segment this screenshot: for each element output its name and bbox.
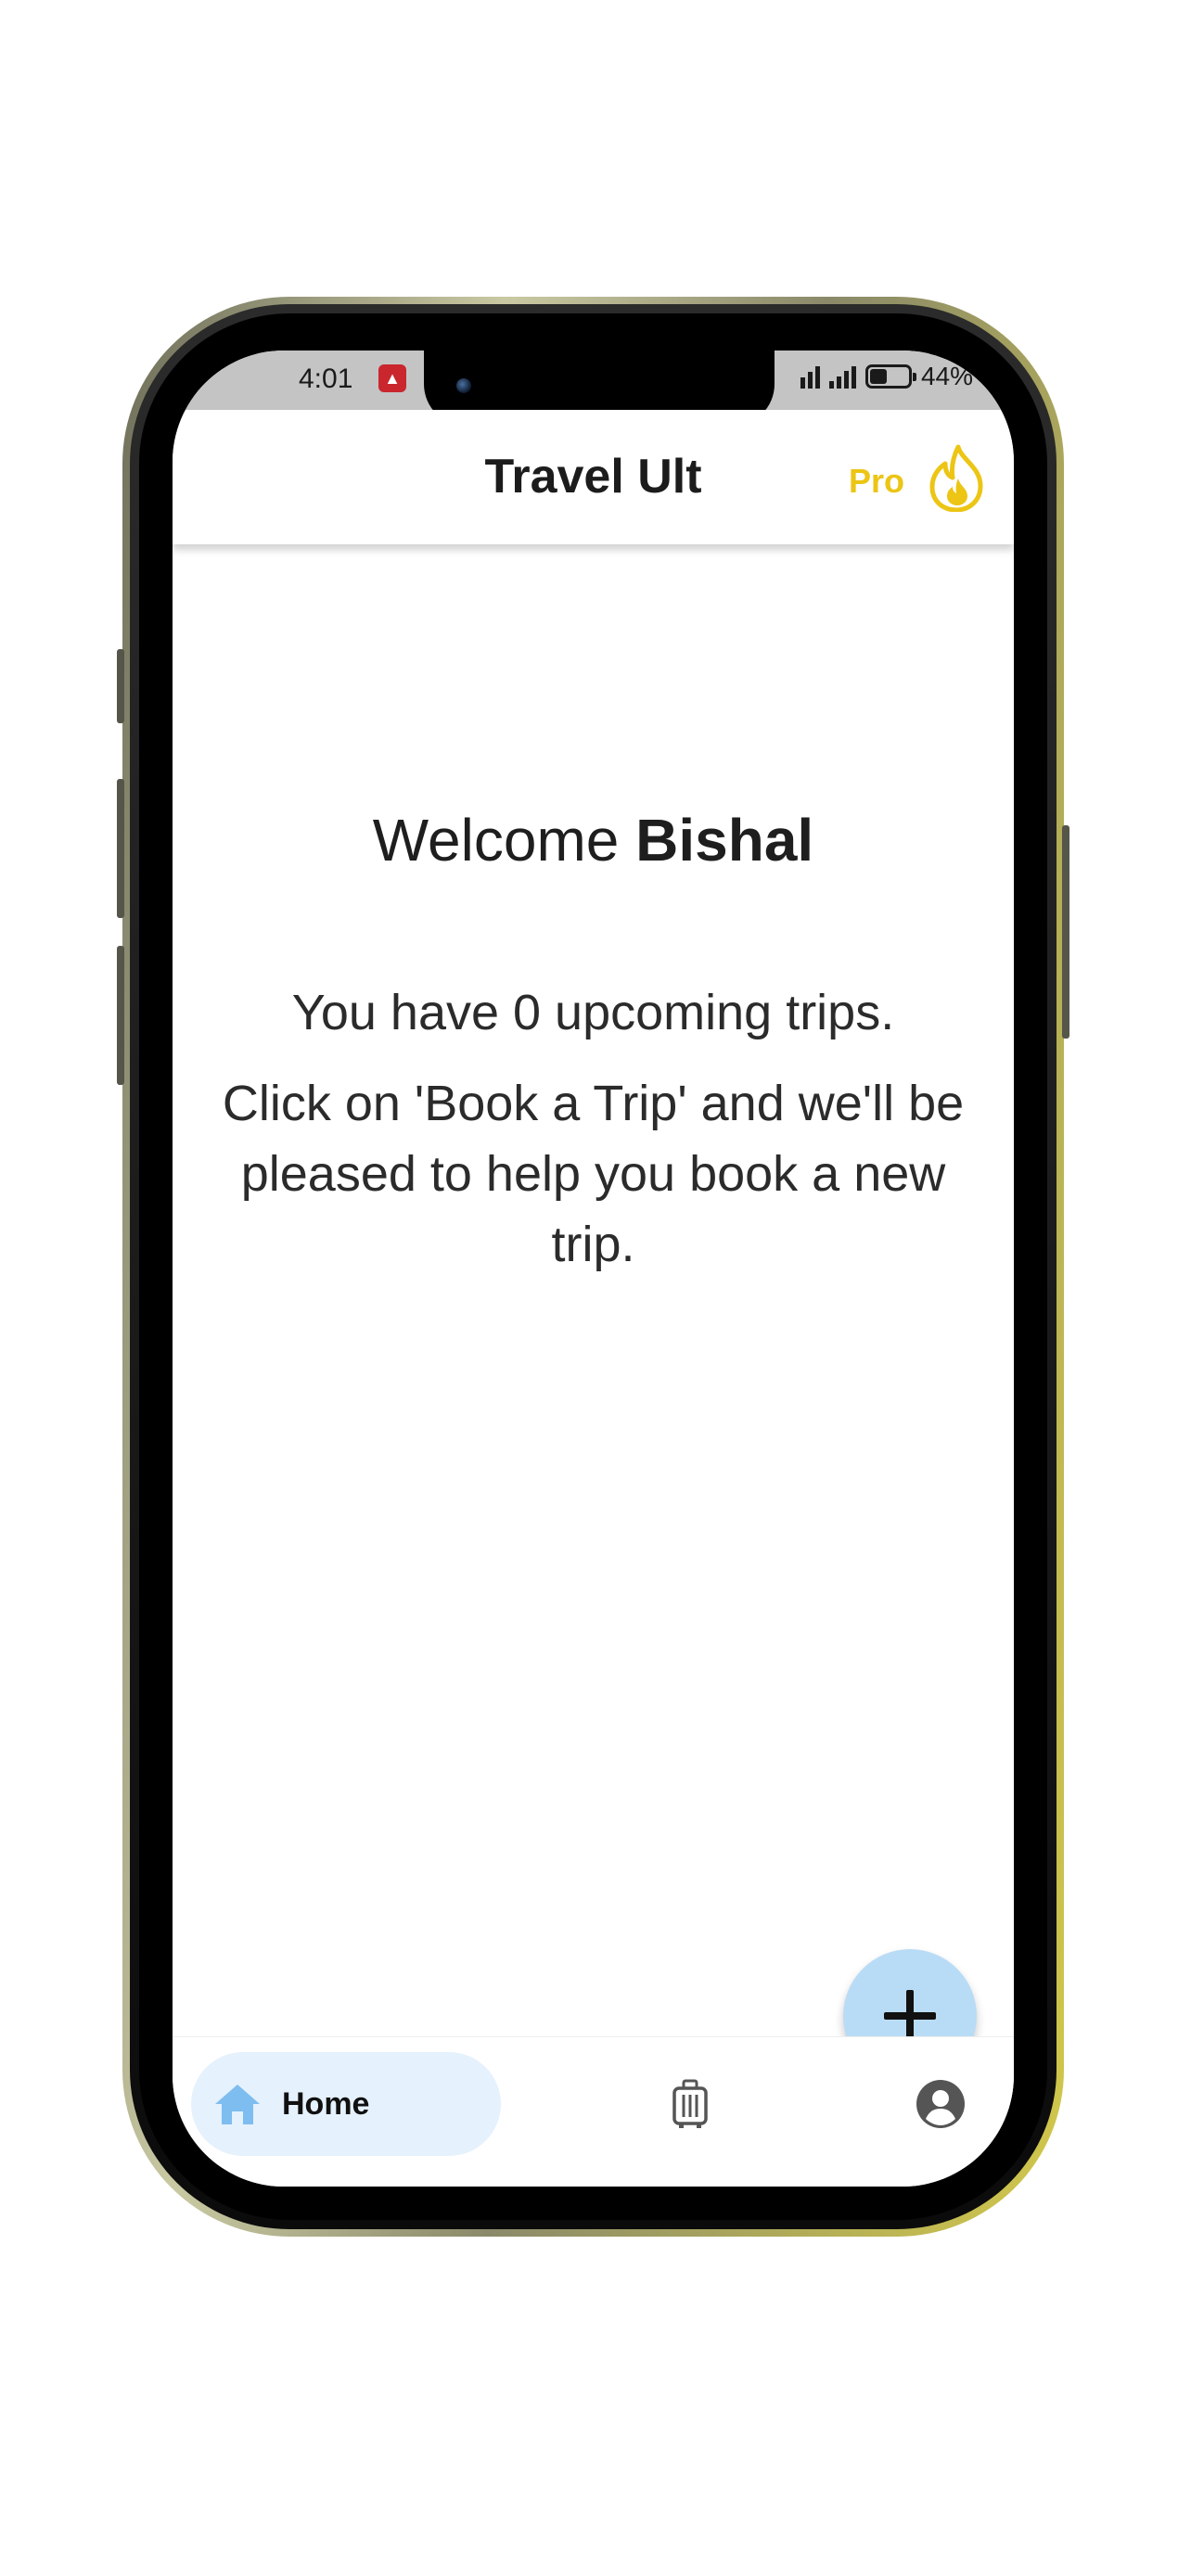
status-indicators: 44% (800, 362, 973, 391)
battery-icon (864, 364, 916, 389)
signal-2-icon (828, 364, 856, 389)
user-name: Bishal (635, 806, 814, 874)
flame-icon[interactable] (927, 443, 986, 512)
nav-home-label: Home (282, 2085, 370, 2122)
luggage-icon (672, 2079, 708, 2128)
welcome-prefix: Welcome (372, 806, 620, 874)
empty-trips-message: You have 0 upcoming trips. Click on 'Boo… (200, 977, 986, 1300)
home-icon (215, 2085, 260, 2124)
account-icon (916, 2080, 965, 2128)
phone-side-button-left-3 (117, 946, 124, 1085)
battery-fill (869, 369, 887, 384)
phone-side-button-left-1 (117, 649, 124, 723)
phone-bezel: 4:01 ▲ 44% Travel Ult Pro Welcome Bishal… (139, 313, 1047, 2220)
phone-side-button-right (1062, 825, 1069, 1039)
alert-app-icon: ▲ (378, 364, 406, 392)
upcoming-trips-text: You have 0 upcoming trips. (291, 985, 895, 1040)
welcome-heading: Welcome Bishal (173, 806, 1014, 874)
phone-rim: 4:01 ▲ 44% Travel Ult Pro Welcome Bishal… (130, 304, 1057, 2229)
nav-item-profile[interactable] (913, 2076, 968, 2132)
front-camera-icon (456, 378, 471, 393)
bottom-navigation: Home (173, 2036, 1014, 2187)
battery-percent: 44% (920, 362, 973, 390)
nav-item-trips[interactable] (662, 2076, 718, 2132)
pro-label[interactable]: Pro (849, 462, 904, 501)
signal-1-icon (800, 364, 820, 389)
book-trip-hint: Click on 'Book a Trip' and we'll be plea… (222, 1076, 965, 1272)
app-header: Travel Ult Pro (173, 410, 1014, 544)
status-time: 4:01 (299, 363, 353, 394)
nav-item-home[interactable]: Home (191, 2052, 501, 2156)
phone-side-button-left-2 (117, 779, 124, 918)
phone-frame: 4:01 ▲ 44% Travel Ult Pro Welcome Bishal… (117, 297, 1069, 2237)
app-screen: 4:01 ▲ 44% Travel Ult Pro Welcome Bishal… (173, 351, 1014, 2187)
